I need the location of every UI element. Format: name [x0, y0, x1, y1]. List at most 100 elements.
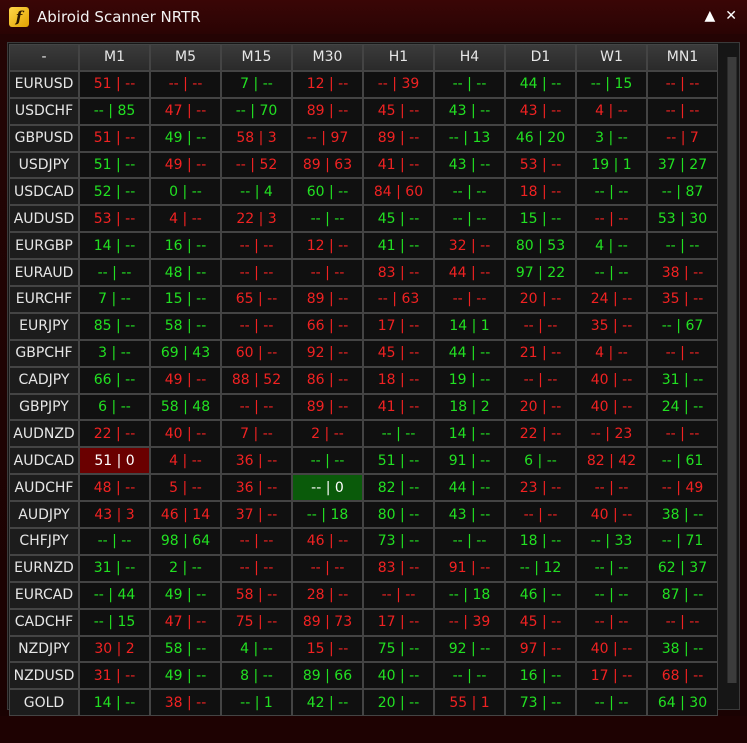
header-timeframe-m30[interactable]: M30: [292, 44, 363, 71]
signal-cell[interactable]: -- | 18: [434, 581, 505, 609]
signal-cell[interactable]: -- | --: [221, 393, 292, 421]
header-timeframe-w1[interactable]: W1: [576, 44, 647, 71]
signal-cell[interactable]: 43 | --: [434, 501, 505, 529]
symbol-label[interactable]: AUDNZD: [9, 420, 79, 448]
signal-cell[interactable]: 31 | --: [79, 554, 150, 582]
signal-cell[interactable]: 58 | 48: [150, 393, 221, 421]
signal-cell[interactable]: -- | --: [505, 366, 576, 394]
signal-cell[interactable]: 82 | 42: [576, 447, 647, 475]
signal-cell[interactable]: 41 | --: [363, 232, 434, 260]
signal-cell[interactable]: 17 | --: [363, 312, 434, 340]
signal-cell[interactable]: 89 | --: [292, 97, 363, 125]
signal-cell[interactable]: 92 | --: [434, 635, 505, 663]
signal-cell[interactable]: 40 | --: [150, 420, 221, 448]
symbol-label[interactable]: AUDJPY: [9, 501, 79, 529]
signal-cell[interactable]: -- | --: [505, 501, 576, 529]
signal-cell[interactable]: -- | 67: [647, 312, 718, 340]
signal-cell[interactable]: -- | 85: [79, 97, 150, 125]
signal-cell[interactable]: 43 | 3: [79, 501, 150, 529]
signal-cell[interactable]: -- | 97: [292, 124, 363, 152]
signal-cell[interactable]: 21 | --: [505, 339, 576, 367]
signal-cell[interactable]: -- | --: [292, 259, 363, 287]
header-timeframe-h1[interactable]: H1: [363, 44, 434, 71]
signal-cell[interactable]: 20 | --: [363, 689, 434, 717]
signal-cell[interactable]: 14 | 1: [434, 312, 505, 340]
signal-cell[interactable]: 47 | --: [150, 608, 221, 636]
signal-cell[interactable]: 4 | --: [576, 339, 647, 367]
signal-cell[interactable]: 53 | --: [79, 205, 150, 233]
signal-cell[interactable]: 4 | --: [150, 205, 221, 233]
signal-cell[interactable]: 91 | --: [434, 554, 505, 582]
signal-cell[interactable]: 46 | --: [292, 528, 363, 555]
signal-cell[interactable]: -- | --: [363, 581, 434, 609]
signal-cell[interactable]: 28 | --: [292, 581, 363, 609]
signal-cell[interactable]: 89 | --: [292, 286, 363, 313]
header-timeframe-d1[interactable]: D1: [505, 44, 576, 71]
symbol-label[interactable]: GBPCHF: [9, 339, 79, 367]
signal-cell[interactable]: 36 | --: [221, 474, 292, 502]
signal-cell[interactable]: 2 | --: [150, 554, 221, 582]
signal-cell[interactable]: -- | 33: [576, 528, 647, 555]
signal-cell[interactable]: 6 | --: [79, 393, 150, 421]
signal-cell[interactable]: 97 | --: [505, 635, 576, 663]
signal-cell[interactable]: 58 | 3: [221, 124, 292, 152]
signal-cell[interactable]: 52 | --: [79, 178, 150, 206]
symbol-label[interactable]: EURCHF: [9, 286, 79, 313]
signal-cell[interactable]: -- | 23: [576, 420, 647, 448]
header-timeframe-m15[interactable]: M15: [221, 44, 292, 71]
signal-cell[interactable]: -- | --: [292, 554, 363, 582]
signal-cell[interactable]: 58 | --: [221, 581, 292, 609]
signal-cell[interactable]: -- | 87: [647, 178, 718, 206]
signal-cell[interactable]: -- | --: [79, 528, 150, 555]
signal-cell[interactable]: -- | --: [79, 259, 150, 287]
signal-cell[interactable]: 38 | --: [150, 689, 221, 717]
signal-cell[interactable]: 7 | --: [79, 286, 150, 313]
symbol-label[interactable]: NZDJPY: [9, 635, 79, 663]
signal-cell[interactable]: -- | 15: [79, 608, 150, 636]
signal-cell[interactable]: 60 | --: [292, 178, 363, 206]
signal-cell[interactable]: 22 | 3: [221, 205, 292, 233]
signal-cell[interactable]: -- | 4: [221, 178, 292, 206]
signal-cell[interactable]: -- | --: [647, 608, 718, 636]
signal-cell[interactable]: 4 | --: [576, 232, 647, 260]
signal-cell[interactable]: -- | 0: [292, 474, 363, 502]
signal-cell[interactable]: 22 | --: [505, 420, 576, 448]
signal-cell[interactable]: -- | 61: [647, 447, 718, 475]
signal-cell[interactable]: 89 | 73: [292, 608, 363, 636]
signal-cell[interactable]: 18 | --: [505, 528, 576, 555]
signal-cell[interactable]: 48 | --: [150, 259, 221, 287]
signal-cell[interactable]: -- | 71: [647, 528, 718, 555]
signal-cell[interactable]: 40 | --: [363, 662, 434, 690]
signal-cell[interactable]: 51 | --: [79, 151, 150, 179]
signal-cell[interactable]: 66 | --: [79, 366, 150, 394]
signal-cell[interactable]: -- | 44: [79, 581, 150, 609]
signal-cell[interactable]: -- | 1: [221, 689, 292, 717]
signal-cell[interactable]: -- | 18: [292, 501, 363, 529]
signal-cell[interactable]: 53 | --: [505, 151, 576, 179]
signal-cell[interactable]: 65 | --: [221, 286, 292, 313]
signal-cell[interactable]: 6 | --: [505, 447, 576, 475]
symbol-label[interactable]: CADJPY: [9, 366, 79, 394]
signal-cell[interactable]: 44 | --: [505, 70, 576, 98]
signal-cell[interactable]: 82 | --: [363, 474, 434, 502]
signal-cell[interactable]: 51 | 0: [79, 447, 150, 475]
signal-cell[interactable]: 41 | --: [363, 151, 434, 179]
signal-cell[interactable]: 37 | 27: [647, 151, 718, 179]
signal-cell[interactable]: 18 | 2: [434, 393, 505, 421]
signal-cell[interactable]: 14 | --: [79, 232, 150, 260]
signal-cell[interactable]: -- | 63: [363, 286, 434, 313]
signal-cell[interactable]: 45 | --: [363, 97, 434, 125]
symbol-label[interactable]: AUDUSD: [9, 205, 79, 233]
signal-cell[interactable]: 2 | --: [292, 420, 363, 448]
signal-cell[interactable]: 37 | --: [221, 501, 292, 529]
symbol-label[interactable]: GBPJPY: [9, 393, 79, 421]
signal-cell[interactable]: -- | 7: [647, 124, 718, 152]
signal-cell[interactable]: 80 | 53: [505, 232, 576, 260]
signal-cell[interactable]: 18 | --: [505, 178, 576, 206]
signal-cell[interactable]: 60 | --: [221, 339, 292, 367]
signal-cell[interactable]: 69 | 43: [150, 339, 221, 367]
signal-cell[interactable]: 19 | 1: [576, 151, 647, 179]
signal-cell[interactable]: -- | --: [434, 178, 505, 206]
signal-cell[interactable]: 80 | --: [363, 501, 434, 529]
signal-cell[interactable]: 68 | --: [647, 662, 718, 690]
